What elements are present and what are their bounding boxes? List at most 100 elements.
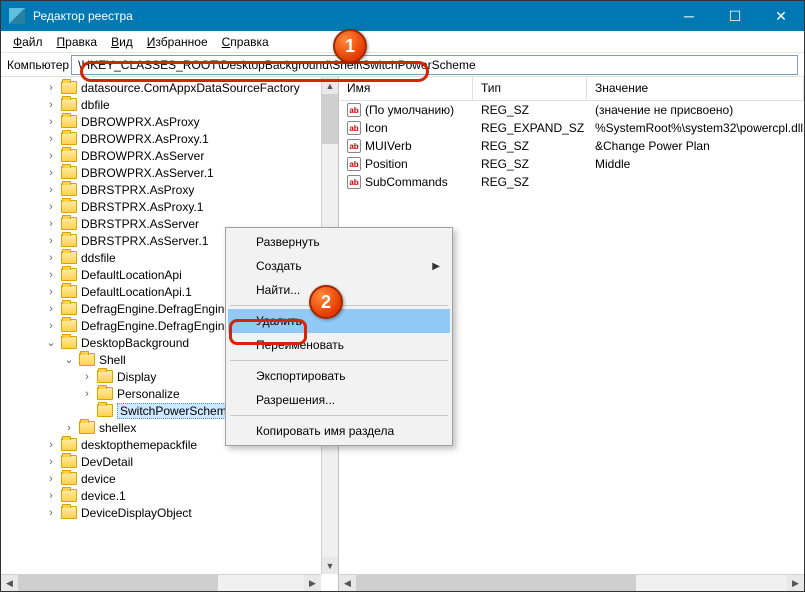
scroll-left-icon[interactable]: ◀ xyxy=(1,575,18,591)
list-row[interactable]: abSubCommandsREG_SZ xyxy=(339,173,804,191)
menu-file[interactable]: Файл xyxy=(7,33,49,51)
expand-icon[interactable]: › xyxy=(45,456,57,468)
column-type[interactable]: Тип xyxy=(473,77,587,100)
folder-icon xyxy=(61,183,77,196)
expand-icon[interactable]: › xyxy=(45,303,57,315)
scroll-down-icon[interactable]: ▼ xyxy=(322,557,338,574)
expand-icon[interactable]: › xyxy=(45,507,57,519)
chevron-right-icon: ▶ xyxy=(432,261,440,272)
value-type: REG_SZ xyxy=(473,103,587,117)
expand-icon[interactable]: › xyxy=(45,286,57,298)
ctx-copy-key-name[interactable]: Копировать имя раздела xyxy=(228,419,450,443)
folder-icon xyxy=(61,115,77,128)
expand-icon[interactable]: › xyxy=(45,167,57,179)
expand-icon[interactable]: › xyxy=(45,490,57,502)
value-type: REG_SZ xyxy=(473,139,587,153)
tree-item[interactable]: ›DBRSTPRX.AsProxy.1 xyxy=(1,198,338,215)
expand-icon[interactable]: › xyxy=(81,388,93,400)
folder-icon xyxy=(61,506,77,519)
menu-bar: Файл Правка Вид Избранное Справка xyxy=(1,31,804,53)
expand-icon[interactable]: › xyxy=(45,269,57,281)
value-data: (значение не присвоено) xyxy=(587,103,804,117)
value-type: REG_SZ xyxy=(473,175,587,189)
expand-icon[interactable]: › xyxy=(45,116,57,128)
tree-item-label: DeviceDisplayObject xyxy=(81,506,192,520)
folder-icon xyxy=(97,370,113,383)
tree-item[interactable]: ›DBROWPRX.AsProxy xyxy=(1,113,338,130)
scroll-right-icon[interactable]: ▶ xyxy=(787,575,804,591)
column-value[interactable]: Значение xyxy=(587,77,804,100)
list-horizontal-scrollbar[interactable]: ◀ ▶ xyxy=(339,574,804,591)
tree-item[interactable]: ›device.1 xyxy=(1,487,338,504)
column-name[interactable]: Имя xyxy=(339,77,473,100)
tree-item-label: Personalize xyxy=(117,387,180,401)
expand-icon[interactable]: › xyxy=(45,150,57,162)
folder-icon xyxy=(61,149,77,162)
expand-icon[interactable]: ⌄ xyxy=(63,353,75,366)
list-row[interactable]: abMUIVerbREG_SZ&Change Power Plan xyxy=(339,137,804,155)
tree-item-label: ddsfile xyxy=(81,251,116,265)
scroll-thumb[interactable] xyxy=(322,94,338,144)
value-name: MUIVerb xyxy=(365,139,412,153)
expand-icon[interactable]: › xyxy=(45,82,57,94)
tree-item-label: Display xyxy=(117,370,156,384)
tree-item[interactable]: › DBRSTPRX.AsProxy xyxy=(1,181,338,198)
tree-item-label: desktopthemepackfile xyxy=(81,438,197,452)
minimize-button[interactable]: ─ xyxy=(666,1,712,31)
scroll-thumb[interactable] xyxy=(18,575,218,591)
menu-favorites[interactable]: Избранное xyxy=(141,33,214,51)
expand-icon[interactable]: › xyxy=(45,473,57,485)
list-row[interactable]: abPositionREG_SZMiddle xyxy=(339,155,804,173)
list-row[interactable]: abIconREG_EXPAND_SZ%SystemRoot%\system32… xyxy=(339,119,804,137)
string-value-icon: ab xyxy=(347,157,361,171)
expand-icon[interactable]: › xyxy=(45,133,57,145)
scroll-up-icon[interactable]: ▲ xyxy=(322,77,338,94)
scroll-right-icon[interactable]: ▶ xyxy=(304,575,321,591)
tree-item[interactable]: ›DBROWPRX.AsServer.1 xyxy=(1,164,338,181)
tree-item-label: DBRSTPRX.AsServer.1 xyxy=(81,234,208,248)
folder-icon xyxy=(61,81,77,94)
ctx-expand[interactable]: Развернуть xyxy=(228,230,450,254)
ctx-create[interactable]: Создать▶ xyxy=(228,254,450,278)
ctx-permissions[interactable]: Разрешения... xyxy=(228,388,450,412)
value-data: &Change Power Plan xyxy=(587,139,804,153)
maximize-button[interactable]: ☐ xyxy=(712,1,758,31)
ctx-rename[interactable]: Переименовать xyxy=(228,333,450,357)
tree-item-label: DBRSTPRX.AsProxy xyxy=(81,183,194,197)
tree-item[interactable]: › DeviceDisplayObject xyxy=(1,504,338,521)
address-path[interactable]: \HKEY_CLASSES_ROOT\DesktopBackground\She… xyxy=(71,55,798,75)
close-button[interactable]: ✕ xyxy=(758,1,804,31)
value-type: REG_EXPAND_SZ xyxy=(473,121,587,135)
tree-item[interactable]: ›dbfile xyxy=(1,96,338,113)
tree-item-label: device xyxy=(81,472,116,486)
expand-icon[interactable]: › xyxy=(45,201,57,213)
tree-item[interactable]: ›DevDetail xyxy=(1,453,338,470)
expand-icon[interactable]: › xyxy=(45,252,57,264)
expand-icon[interactable]: › xyxy=(45,184,57,196)
expand-icon[interactable]: › xyxy=(45,218,57,230)
list-row[interactable]: ab(По умолчанию)REG_SZ(значение не присв… xyxy=(339,101,804,119)
expand-icon[interactable]: › xyxy=(45,320,57,332)
tree-item[interactable]: › DBROWPRX.AsServer xyxy=(1,147,338,164)
tree-horizontal-scrollbar[interactable]: ◀ ▶ xyxy=(1,574,321,591)
folder-icon xyxy=(61,438,77,451)
scroll-thumb[interactable] xyxy=(356,575,636,591)
menu-edit[interactable]: Правка xyxy=(51,33,104,51)
folder-icon xyxy=(61,200,77,213)
expand-icon[interactable]: › xyxy=(63,422,75,434)
ctx-export[interactable]: Экспортировать xyxy=(228,364,450,388)
menu-view[interactable]: Вид xyxy=(105,33,139,51)
expand-icon[interactable]: › xyxy=(81,371,93,383)
expand-icon[interactable]: › xyxy=(45,235,57,247)
tree-item[interactable]: › device xyxy=(1,470,338,487)
separator xyxy=(230,415,448,416)
expand-icon[interactable]: ⌄ xyxy=(45,336,57,349)
menu-help[interactable]: Справка xyxy=(216,33,275,51)
tree-item[interactable]: ›datasource.ComAppxDataSourceFactory xyxy=(1,79,338,96)
scroll-left-icon[interactable]: ◀ xyxy=(339,575,356,591)
window-title: Редактор реестра xyxy=(33,9,666,23)
tree-item-label: DBROWPRX.AsServer xyxy=(81,149,204,163)
expand-icon[interactable]: › xyxy=(45,99,57,111)
tree-item[interactable]: ›DBROWPRX.AsProxy.1 xyxy=(1,130,338,147)
expand-icon[interactable]: › xyxy=(45,439,57,451)
